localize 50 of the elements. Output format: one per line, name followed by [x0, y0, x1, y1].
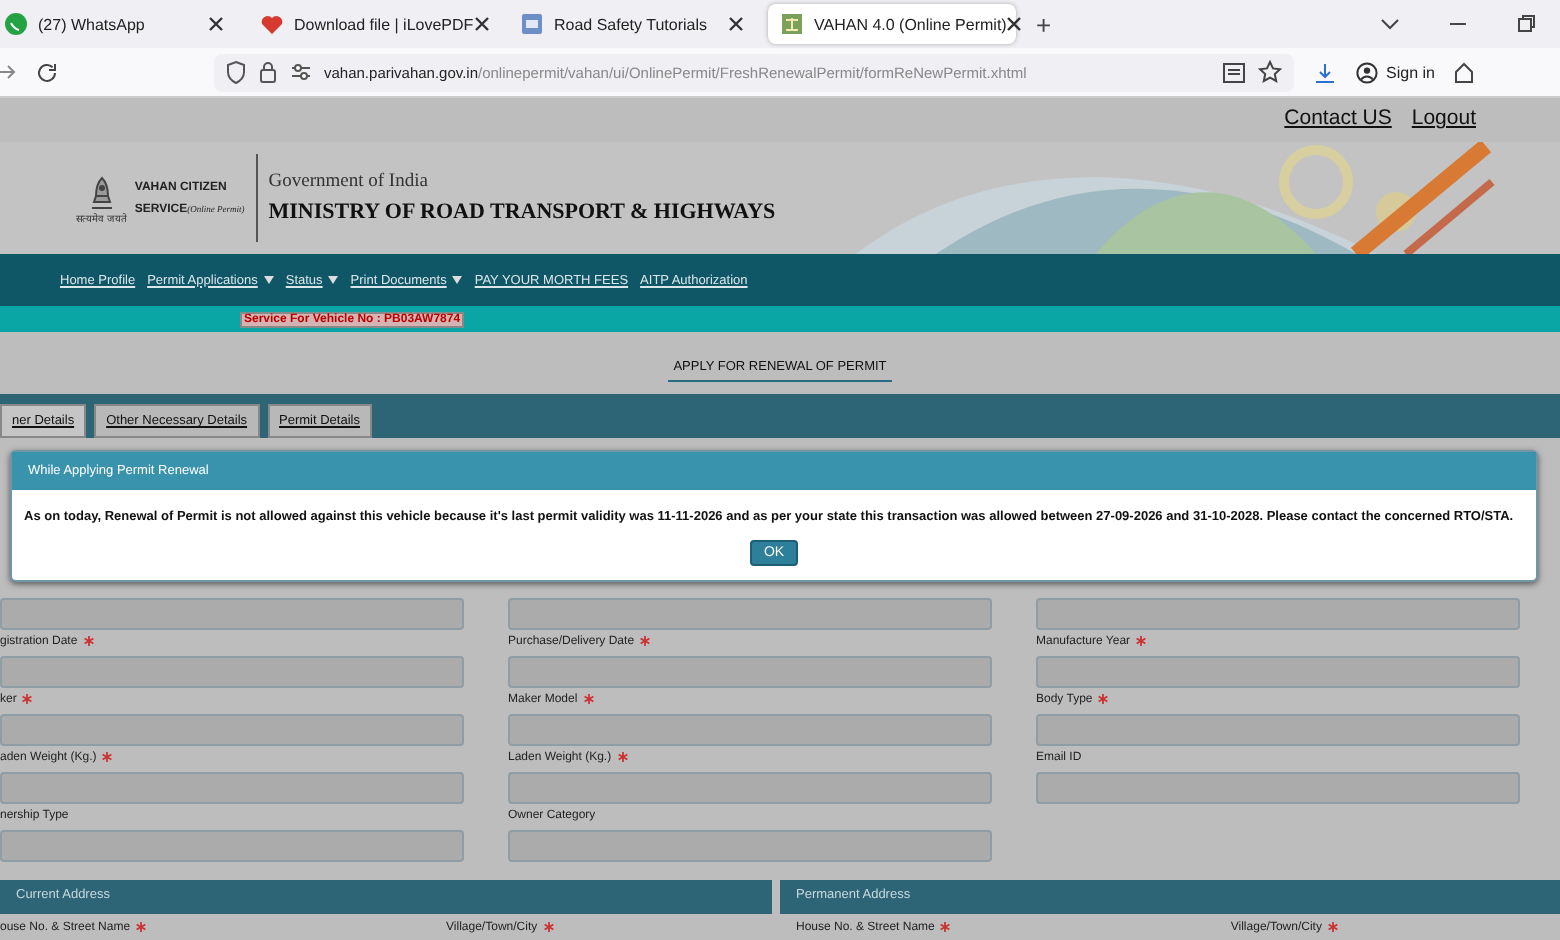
download-icon[interactable]	[1314, 61, 1336, 83]
caret-icon	[328, 276, 339, 284]
chevron-down-icon[interactable]	[1380, 14, 1400, 34]
browser-tab[interactable]: Download file | iLovePDF	[248, 4, 496, 44]
new-tab-button[interactable]: +	[1036, 9, 1052, 39]
page-icon	[520, 12, 544, 36]
reload-icon[interactable]	[36, 61, 58, 83]
input-field[interactable]	[508, 830, 992, 862]
close-icon[interactable]	[1006, 16, 1023, 32]
input-field[interactable]	[1036, 656, 1520, 688]
close-icon[interactable]	[208, 16, 224, 32]
account-icon	[1356, 61, 1378, 83]
input-field[interactable]	[508, 656, 992, 688]
bookmark-star-icon[interactable]	[1258, 60, 1282, 84]
government-title: Government of India	[268, 172, 430, 192]
header-link[interactable]: Logout	[1411, 106, 1476, 142]
shield-icon	[226, 60, 246, 84]
tab-title: Download file | iLovePDF	[294, 15, 474, 33]
home-icon[interactable]	[1454, 61, 1475, 83]
sign-in-button[interactable]: Sign in	[1356, 61, 1435, 83]
forward-arrow-icon[interactable]	[0, 62, 16, 82]
input-field[interactable]	[0, 656, 464, 688]
caret-icon	[452, 276, 463, 284]
browser-tab[interactable]: Road Safety Tutorials	[508, 4, 756, 44]
tab-title: (27) WhatsApp	[38, 15, 147, 33]
input-field[interactable]	[0, 772, 464, 804]
input-field[interactable]	[508, 598, 992, 630]
input-field[interactable]	[508, 772, 992, 804]
tab-title: VAHAN 4.0 (Online Permit)	[814, 15, 1007, 33]
ministry-title: MINISTRY OF ROAD TRANSPORT & HIGHWAYS	[268, 200, 776, 224]
input-field[interactable]	[1036, 714, 1520, 746]
browser-tab[interactable]: (27) WhatsApp	[0, 4, 236, 44]
caret-icon	[263, 276, 274, 284]
heart-icon	[260, 12, 284, 36]
input-field[interactable]	[0, 714, 464, 746]
input-field[interactable]	[508, 714, 992, 746]
tab-title: Road Safety Tutorials	[554, 15, 709, 33]
input-field[interactable]	[1036, 772, 1520, 804]
close-icon[interactable]	[728, 16, 744, 32]
input-field[interactable]	[0, 598, 464, 630]
restore-icon[interactable]	[1516, 14, 1536, 34]
browser-tab[interactable]: VAHAN 4.0 (Online Permit)	[768, 4, 1016, 44]
input-field[interactable]	[0, 830, 464, 862]
header-link[interactable]: Contact US	[1284, 106, 1392, 142]
lock-icon	[258, 60, 278, 84]
reader-view-icon[interactable]	[1222, 61, 1246, 83]
close-icon[interactable]	[473, 16, 490, 32]
chat-icon	[4, 12, 28, 36]
permissions-icon	[290, 62, 312, 82]
input-field[interactable]	[1036, 598, 1520, 630]
